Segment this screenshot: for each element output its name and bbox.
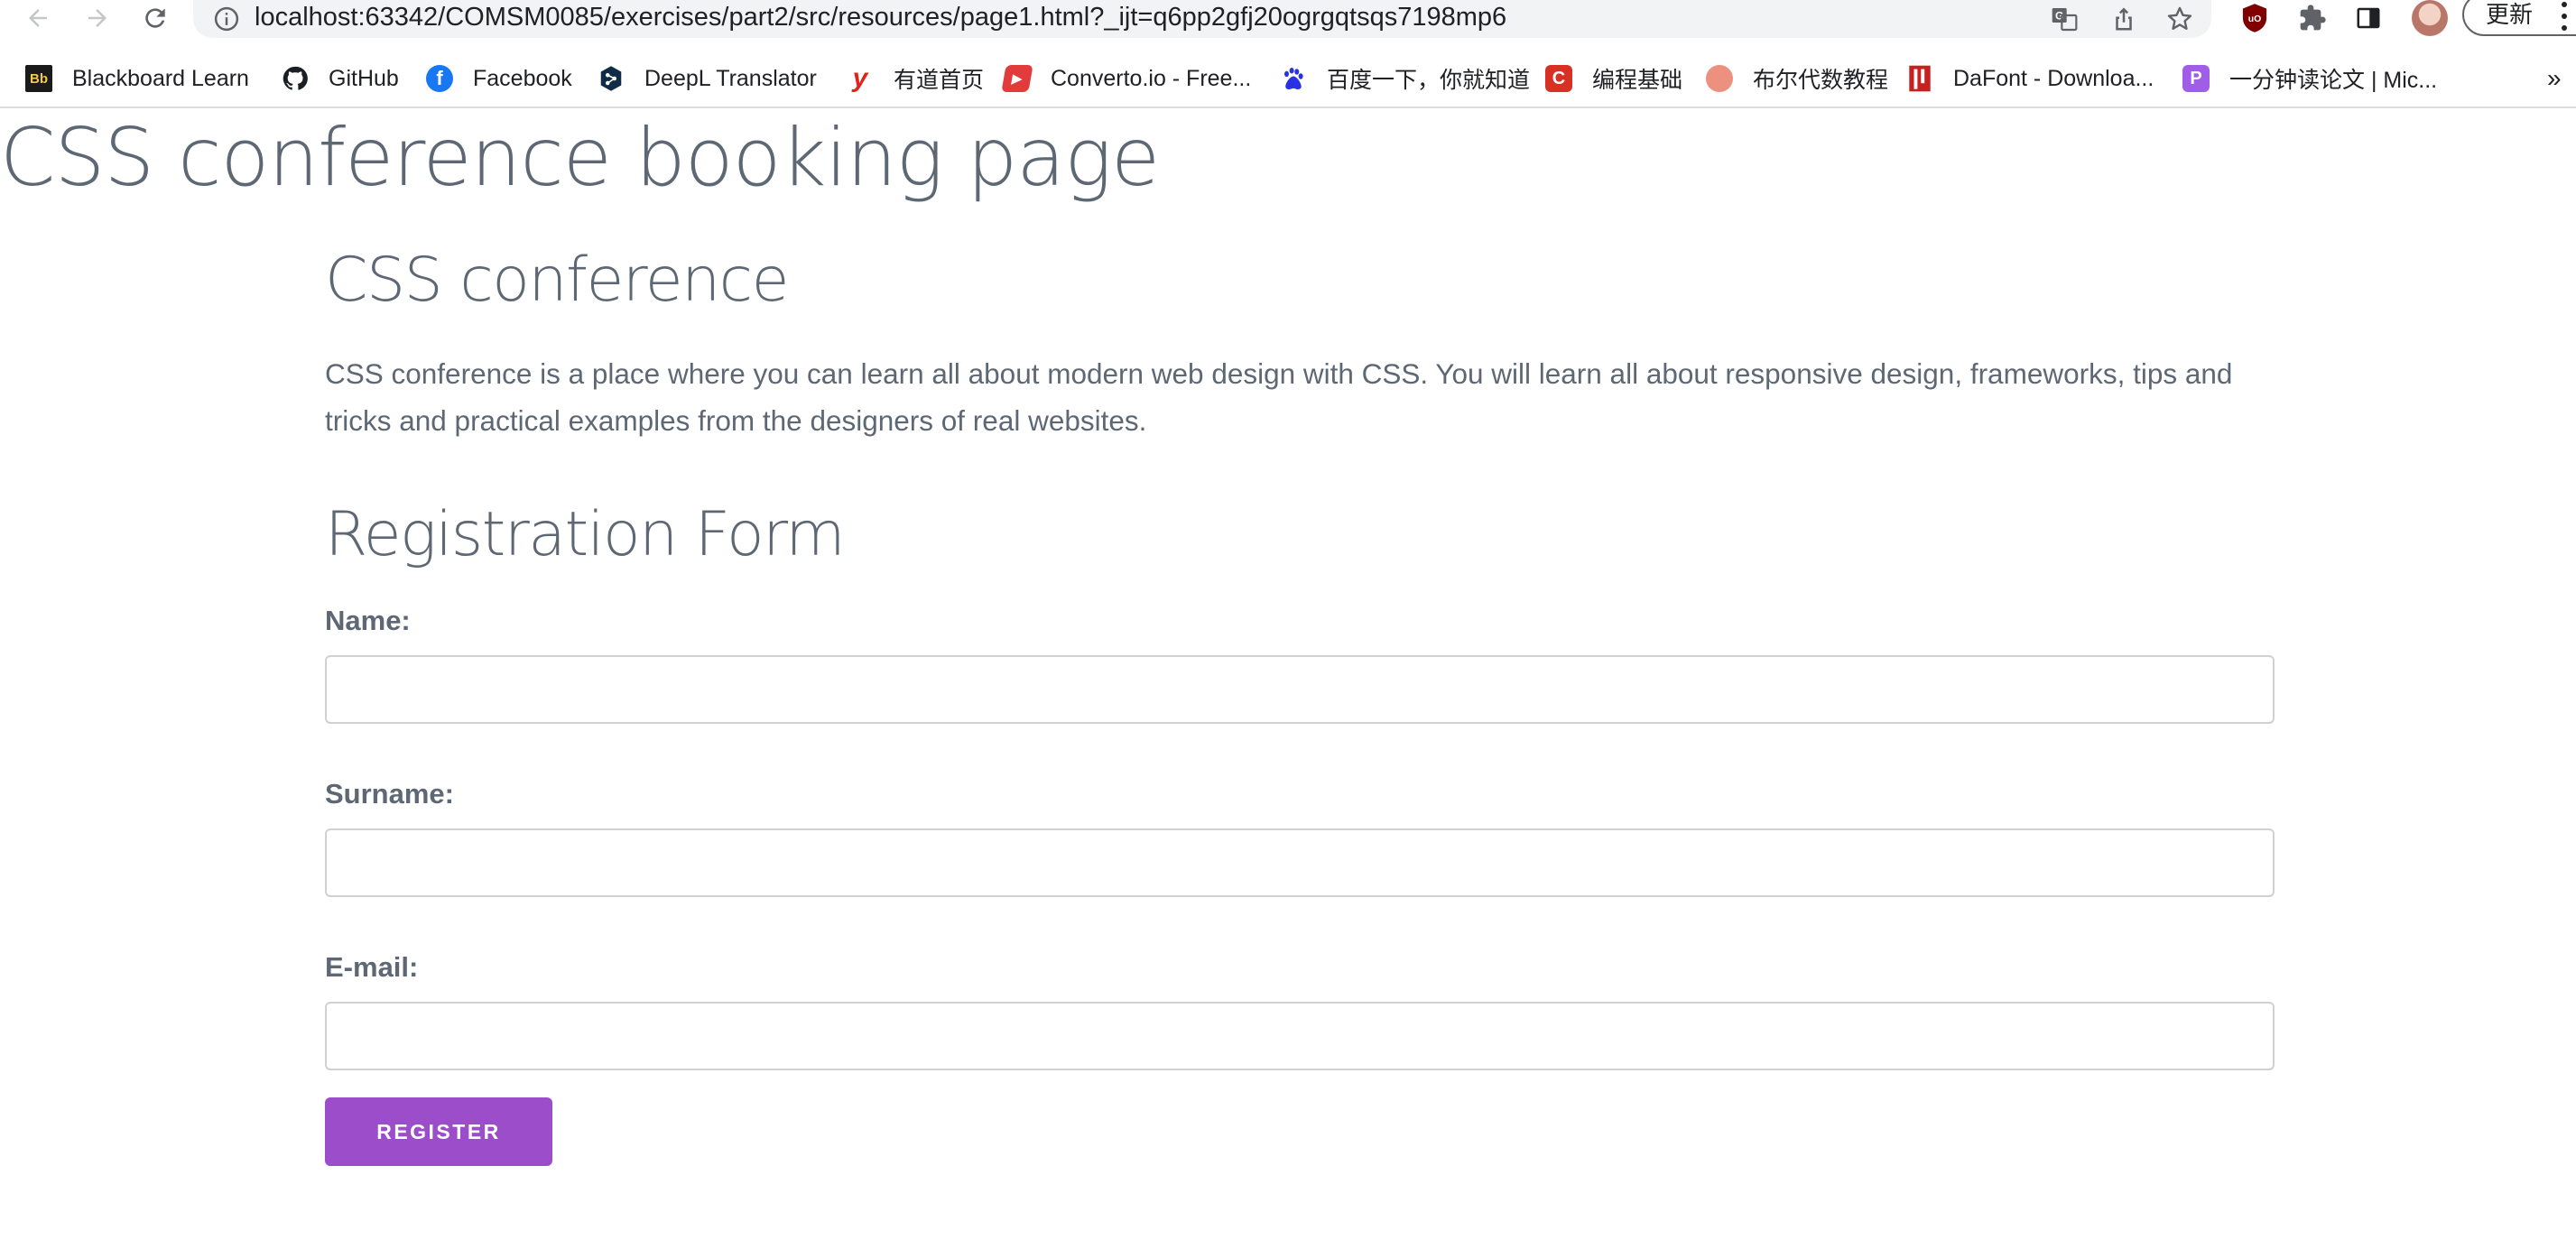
deepl-icon <box>598 65 625 92</box>
bookmark-blackboard[interactable]: Bb Blackboard Learn <box>25 60 249 97</box>
bookmarks-bar: Bb Blackboard Learn GitHub f Facebook De… <box>0 60 2576 97</box>
url-text[interactable]: localhost:63342/COMSM0085/exercises/part… <box>255 0 1506 34</box>
arrow-left-icon <box>29 9 47 27</box>
ublock-icon[interactable]: uO <box>2237 0 2273 36</box>
name-label: Name: <box>325 605 411 636</box>
bookmark-c[interactable]: C 编程基础 <box>1545 60 1682 97</box>
bookmark-boolean-algebra[interactable]: 布尔代数教程 <box>1706 60 1888 97</box>
bookmark-github[interactable]: GitHub <box>282 60 399 97</box>
more-bookmarks-chevron[interactable]: » <box>2547 60 2562 97</box>
bookmark-youdao[interactable]: y 有道首页 <box>847 60 984 97</box>
bookmark-deepl[interactable]: DeepL Translator <box>598 60 817 97</box>
c-icon: C <box>1545 65 1572 92</box>
circle-icon <box>1706 65 1733 92</box>
content-container: CSS conference CSS conference is a place… <box>325 242 2275 1166</box>
register-button[interactable]: REGISTER <box>325 1097 552 1166</box>
bookmark-label: 百度一下，你就知道 <box>1327 68 1531 93</box>
youdao-icon: y <box>852 63 868 93</box>
translate-icon[interactable]: G <box>2047 2 2081 36</box>
email-input[interactable] <box>325 1002 2275 1070</box>
bookmark-converto[interactable]: ▶ Converto.io - Free... <box>1001 60 1252 97</box>
bb-icon: Bb <box>25 65 52 92</box>
conference-intro: CSS conference is a place where you can … <box>325 357 2233 437</box>
bookmark-label: DaFont - Downloa... <box>1953 65 2154 91</box>
reload-icon <box>145 8 165 28</box>
p-icon: P <box>2182 65 2210 92</box>
bookmark-label: 编程基础 <box>1592 68 1683 93</box>
page-title: CSS conference booking page <box>0 111 1160 204</box>
kebab-menu-icon[interactable] <box>2558 0 2571 34</box>
baidu-icon <box>1280 65 1307 92</box>
forward-button[interactable] <box>79 0 116 36</box>
bookmark-dafont[interactable]: DaFont - Downloa... <box>1906 60 2154 97</box>
dafont-icon <box>1906 65 1933 92</box>
side-panel-icon[interactable] <box>2350 0 2386 36</box>
facebook-icon: f <box>426 65 453 92</box>
bookmark-label: 布尔代数教程 <box>1753 68 1889 93</box>
bookmark-paper-reading[interactable]: P 一分钟读论文 | Mic... <box>2182 60 2437 97</box>
bookmark-label: DeepL Translator <box>644 65 817 91</box>
bookmark-facebook[interactable]: f Facebook <box>426 60 572 97</box>
bookmark-baidu[interactable]: 百度一下，你就知道 <box>1280 60 1530 97</box>
address-bar[interactable]: localhost:63342/COMSM0085/exercises/part… <box>193 0 2211 38</box>
page-viewport: CSS conference booking page CSS conferen… <box>0 108 2576 1240</box>
surname-input[interactable] <box>325 828 2275 897</box>
conference-title: CSS conference <box>325 245 789 316</box>
surname-label: Surname: <box>325 778 454 810</box>
svg-text:uO: uO <box>2248 14 2262 24</box>
email-label: E-mail: <box>325 951 419 983</box>
site-info-icon[interactable] <box>209 2 244 36</box>
bookmark-label: GitHub <box>329 65 399 91</box>
bookmark-label: Facebook <box>473 65 572 91</box>
bookmark-label: 一分钟读论文 | Mic... <box>2229 68 2438 93</box>
profile-avatar[interactable] <box>2412 0 2448 36</box>
extensions-icon[interactable] <box>2294 0 2330 36</box>
arrow-right-icon <box>88 9 107 27</box>
back-button[interactable] <box>20 0 56 36</box>
github-icon <box>282 65 309 92</box>
browser-toolbar: localhost:63342/COMSM0085/exercises/part… <box>0 0 2576 42</box>
bookmark-label: 有道首页 <box>894 68 985 93</box>
converto-icon: ▶ <box>1001 65 1033 92</box>
bookmark-label: Blackboard Learn <box>72 65 249 91</box>
share-icon[interactable] <box>2107 2 2141 36</box>
name-input[interactable] <box>325 655 2275 724</box>
bookmark-label: Converto.io - Free... <box>1051 65 1252 91</box>
registration-form: Name: Surname: E-mail: REGISTER <box>325 603 2275 1166</box>
reload-button[interactable] <box>137 0 173 36</box>
registration-form-title: Registration Form <box>325 499 846 570</box>
bookmark-star-icon[interactable] <box>2163 2 2197 36</box>
